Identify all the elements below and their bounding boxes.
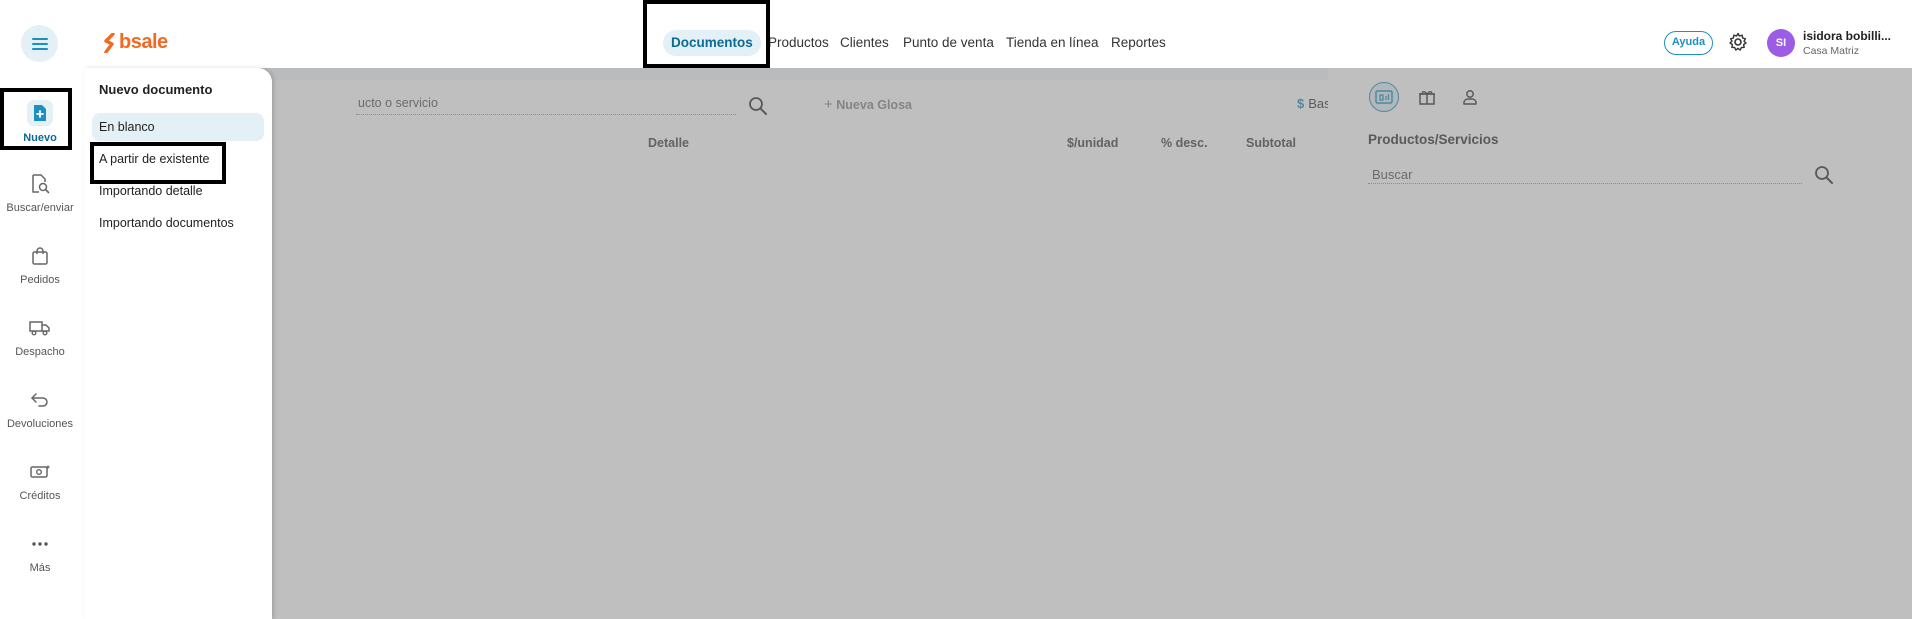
- user-icon[interactable]: [1455, 82, 1485, 112]
- menu-item-a-partir-de-existente[interactable]: A partir de existente: [92, 145, 264, 173]
- app-root: bsale Documentos Productos Clientes Punt…: [0, 0, 1912, 619]
- plus-icon: +: [824, 96, 833, 113]
- menu-item-importando-documentos[interactable]: Importando documentos: [92, 209, 264, 237]
- document-panel: ucto o servicio + Nueva Glosa $ Base Deta…: [272, 80, 1409, 619]
- nav-tienda-en-linea[interactable]: Tienda en línea: [1006, 30, 1099, 56]
- return-arrow-icon: [28, 388, 52, 412]
- truck-icon: [28, 316, 52, 340]
- pos-icon[interactable]: [1369, 82, 1399, 112]
- column-header-unit-price: $/unidad: [1067, 136, 1119, 150]
- side-search-underline: [1368, 183, 1802, 184]
- nav-documentos[interactable]: Documentos: [663, 30, 761, 56]
- column-header-detalle: Detalle: [648, 136, 689, 150]
- rail-label-mas: Más: [29, 562, 51, 574]
- rail-label-despacho: Despacho: [15, 346, 65, 358]
- dollar-icon: $: [1297, 96, 1305, 111]
- more-dots-icon: [28, 532, 52, 556]
- main-nav: Documentos Productos Clientes Punto de v…: [0, 30, 1912, 56]
- side-panel-title: Productos/Servicios: [1368, 132, 1499, 147]
- user-name[interactable]: isidora bobilli...: [1803, 29, 1891, 43]
- rail-item-mas[interactable]: Más: [0, 532, 80, 594]
- products-side-panel: Productos/Servicios Buscar: [1328, 68, 1912, 619]
- rail-item-despacho[interactable]: Despacho: [0, 316, 80, 378]
- menu-item-importando-detalle[interactable]: Importando detalle: [92, 177, 264, 205]
- rail-label-pedidos: Pedidos: [20, 274, 60, 286]
- gift-icon[interactable]: [1412, 82, 1442, 112]
- search-underline: [356, 114, 736, 115]
- top-bar: bsale Documentos Productos Clientes Punt…: [0, 0, 1912, 68]
- product-search-field[interactable]: Buscar: [1372, 167, 1412, 182]
- nav-punto-de-venta[interactable]: Punto de venta: [903, 30, 994, 56]
- new-document-menu: Nuevo documento En blanco A partir de ex…: [84, 68, 272, 619]
- nav-productos[interactable]: Productos: [768, 30, 829, 56]
- search-document-icon: [28, 172, 52, 196]
- column-header-subtotal: Subtotal: [1246, 136, 1296, 150]
- rail-label-creditos: Créditos: [19, 490, 61, 502]
- menu-title: Nuevo documento: [99, 82, 213, 97]
- shopping-bag-icon: [28, 244, 52, 268]
- user-branch: Casa Matriz: [1803, 45, 1860, 57]
- rail-item-creditos[interactable]: Créditos: [0, 460, 80, 522]
- main-content: ucto o servicio + Nueva Glosa $ Base Deta…: [84, 68, 1912, 619]
- rail-item-pedidos[interactable]: Pedidos: [0, 244, 80, 306]
- money-icon: [28, 460, 52, 484]
- column-header-discount: % desc.: [1161, 136, 1208, 150]
- side-search-icon[interactable]: [1814, 165, 1834, 190]
- user-avatar[interactable]: SI: [1767, 29, 1795, 57]
- rail-item-nuevo[interactable]: Nuevo: [0, 100, 80, 162]
- add-gloss-label: Nueva Glosa: [836, 98, 912, 112]
- nav-clientes[interactable]: Clientes: [840, 30, 889, 56]
- add-gloss-button[interactable]: + Nueva Glosa: [824, 96, 912, 113]
- rail-label-nuevo: Nuevo: [23, 132, 57, 144]
- help-button[interactable]: Ayuda: [1664, 31, 1713, 55]
- rail-label-buscar-enviar: Buscar/enviar: [6, 202, 74, 214]
- search-icon[interactable]: [748, 96, 768, 121]
- nav-reportes[interactable]: Reportes: [1111, 30, 1166, 56]
- settings-gear-icon[interactable]: [1728, 32, 1748, 52]
- new-document-icon: [27, 100, 53, 126]
- menu-item-en-blanco[interactable]: En blanco: [92, 113, 264, 141]
- rail-label-devoluciones: Devoluciones: [6, 418, 74, 430]
- product-search-input[interactable]: ucto o servicio: [358, 96, 438, 110]
- sidebar-rail: Nuevo Buscar/enviar Pedidos Despacho Dev…: [0, 68, 84, 619]
- rail-item-buscar-enviar[interactable]: Buscar/enviar: [0, 172, 80, 234]
- rail-item-devoluciones[interactable]: Devoluciones: [0, 388, 80, 450]
